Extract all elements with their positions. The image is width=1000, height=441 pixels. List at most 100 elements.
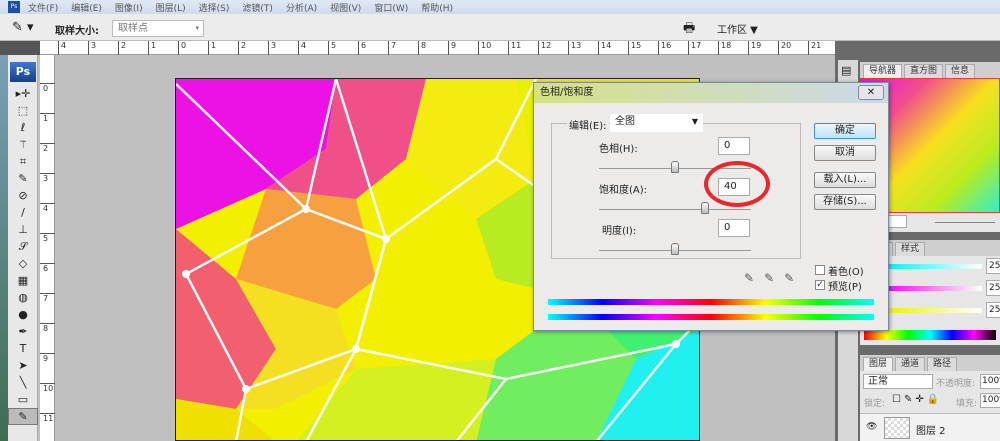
ruler-tick-label: 20 (778, 41, 791, 55)
ruler-tick-label: 7 (388, 41, 396, 55)
clone-stamp-icon[interactable]: ⊥ (8, 221, 38, 238)
ruler-tick-label: 14 (598, 41, 611, 55)
ruler-tick-label: 2 (238, 41, 246, 55)
panel-tab[interactable]: 导航器 (863, 64, 903, 78)
save-button[interactable]: 存储(S)... (814, 194, 876, 210)
ruler-tick-label: 1 (208, 41, 216, 55)
ruler-tick-label: 9 (448, 41, 456, 55)
panel-tab[interactable]: 样式 (895, 242, 926, 256)
ruler-tick-label: 8 (40, 323, 55, 333)
preview-checkbox[interactable]: ✓ (815, 280, 825, 290)
ruler-tick-label: 6 (40, 263, 55, 273)
menu-bar: 文件(F) 编辑(E) 图像(I) 图层(L) 选择(S) 滤镜(T) 分析(A) 视图(V)… (0, 0, 1000, 14)
dodge-icon[interactable]: ● (8, 306, 38, 323)
ruler-tick-label: 15 (628, 41, 641, 55)
history-brush-icon[interactable]: 𝒮 (8, 238, 38, 255)
crop-icon[interactable]: ⌗ (8, 153, 38, 170)
ruler-tick-label: 2 (40, 143, 55, 153)
output-spectrum (548, 314, 874, 320)
eye-icon[interactable]: 👁 (866, 422, 877, 432)
load-button[interactable]: 载入(L)... (814, 172, 876, 188)
close-button[interactable]: ✕ (858, 85, 884, 100)
panel-tab[interactable]: 通道 (895, 357, 926, 371)
blend-mode-select[interactable]: 正常 (863, 374, 933, 389)
eyedropper-plus-icon[interactable]: ✎ (764, 271, 784, 285)
slider-thumb[interactable] (671, 161, 679, 173)
zoom-slider[interactable] (935, 222, 995, 223)
menu-item[interactable]: 编辑(E) (71, 1, 102, 14)
ruler-tick-label: 11 (508, 41, 521, 55)
type-icon[interactable]: T (8, 340, 38, 357)
menu-item[interactable]: 滤镜(T) (242, 1, 273, 14)
menu-item[interactable]: 帮助(H) (421, 1, 453, 14)
cancel-button[interactable]: 取消 (814, 145, 876, 161)
sample-size-select[interactable]: 取样点 ▾ (112, 20, 204, 37)
menu-item[interactable]: 选择(S) (199, 1, 230, 14)
channel-value[interactable]: 255 (986, 258, 1000, 274)
channel-value[interactable]: 255 (986, 302, 1000, 318)
workspace-button[interactable]: 工作区 ▼ (717, 21, 758, 36)
app-icon: Ps (8, 1, 20, 13)
panel-tab[interactable]: 图层 (863, 357, 894, 371)
slider-thumb[interactable] (701, 202, 710, 214)
eyedropper-icon[interactable]: ✎ (744, 271, 764, 285)
colorize-checkbox[interactable] (815, 265, 825, 275)
hue-field[interactable]: 0 (718, 137, 750, 155)
panel-tab[interactable]: 路径 (927, 357, 958, 371)
eyedropper-minus-icon[interactable]: ✎ (784, 271, 804, 285)
eyedropper-tools[interactable]: ✎✎✎ (744, 271, 804, 285)
ruler-tick-label: 4 (298, 41, 306, 55)
lightness-slider[interactable] (599, 243, 751, 255)
panel-tab[interactable]: 直方图 (904, 64, 944, 78)
eyedropper-icon[interactable]: ✎ (8, 170, 38, 187)
healing-brush-icon[interactable]: ⊘ (8, 187, 38, 204)
menu-item[interactable]: 视图(V) (330, 1, 361, 14)
lock-icons[interactable]: ☐✎✛🔒 (892, 394, 942, 405)
ruler-tick-label: 13 (568, 41, 581, 55)
notes-icon[interactable]: ▭ (8, 391, 38, 408)
input-spectrum (548, 299, 874, 305)
opacity-label: 不透明度: (936, 379, 976, 389)
channel-slider[interactable] (882, 286, 982, 291)
lasso-icon[interactable]: ℓ (8, 119, 38, 136)
path-select-icon[interactable]: ➤ (8, 357, 38, 374)
channel-value[interactable]: 255 (986, 280, 1000, 296)
panel-icon[interactable]: ▤ (838, 60, 858, 81)
ruler-tick-label: 10 (40, 383, 55, 393)
eyedropper-tool-preset-icon[interactable]: ✎ ▾ (12, 20, 34, 35)
lightness-field[interactable]: 0 (718, 219, 750, 237)
lock-label: 锁定: (864, 399, 886, 409)
menu-item[interactable]: 图层(L) (156, 1, 186, 14)
brush-icon[interactable]: / (8, 204, 38, 221)
line-icon[interactable]: ╲ (8, 374, 38, 391)
fill-field[interactable]: 100% (980, 393, 1000, 408)
slider-thumb[interactable] (671, 243, 679, 255)
panel-tab[interactable]: 信息 (945, 64, 976, 78)
color-spectrum-bar[interactable] (864, 330, 996, 340)
menu-item[interactable]: 分析(A) (286, 1, 317, 14)
eyedropper-active-icon[interactable]: ✎ (8, 408, 38, 425)
magic-wand-icon[interactable]: ⚚ (8, 136, 38, 153)
saturation-slider[interactable] (599, 202, 751, 214)
blur-icon[interactable]: ◍ (8, 289, 38, 306)
channel-slider[interactable] (882, 308, 982, 313)
ruler-tick-label: 19 (748, 41, 761, 55)
layer-row[interactable]: 👁 图层 2 (860, 413, 1000, 441)
pen-icon[interactable]: ✒ (8, 323, 38, 340)
gradient-icon[interactable]: ▦ (8, 272, 38, 289)
move-icon[interactable]: ▸✛ (8, 85, 38, 102)
marquee-icon[interactable]: ⬚ (8, 102, 38, 119)
channel-slider[interactable] (882, 264, 982, 269)
menu-item[interactable]: 文件(F) (28, 1, 58, 14)
eraser-icon[interactable]: ◇ (8, 255, 38, 272)
menu-item[interactable]: 窗口(W) (374, 1, 408, 14)
menu-item[interactable]: 图像(I) (115, 1, 143, 14)
screen-mode-icon[interactable]: 🖶 (683, 19, 695, 41)
fill-label: 填充: (956, 399, 978, 409)
ruler-tick-label: 5 (40, 233, 55, 243)
ok-button[interactable]: 确定 (814, 123, 876, 139)
opacity-field[interactable]: 100% (980, 374, 1000, 389)
edit-select[interactable]: 全图 ▼ (610, 114, 703, 132)
red-circle-annotation (704, 161, 770, 207)
ruler-tick-label: 9 (40, 353, 55, 363)
